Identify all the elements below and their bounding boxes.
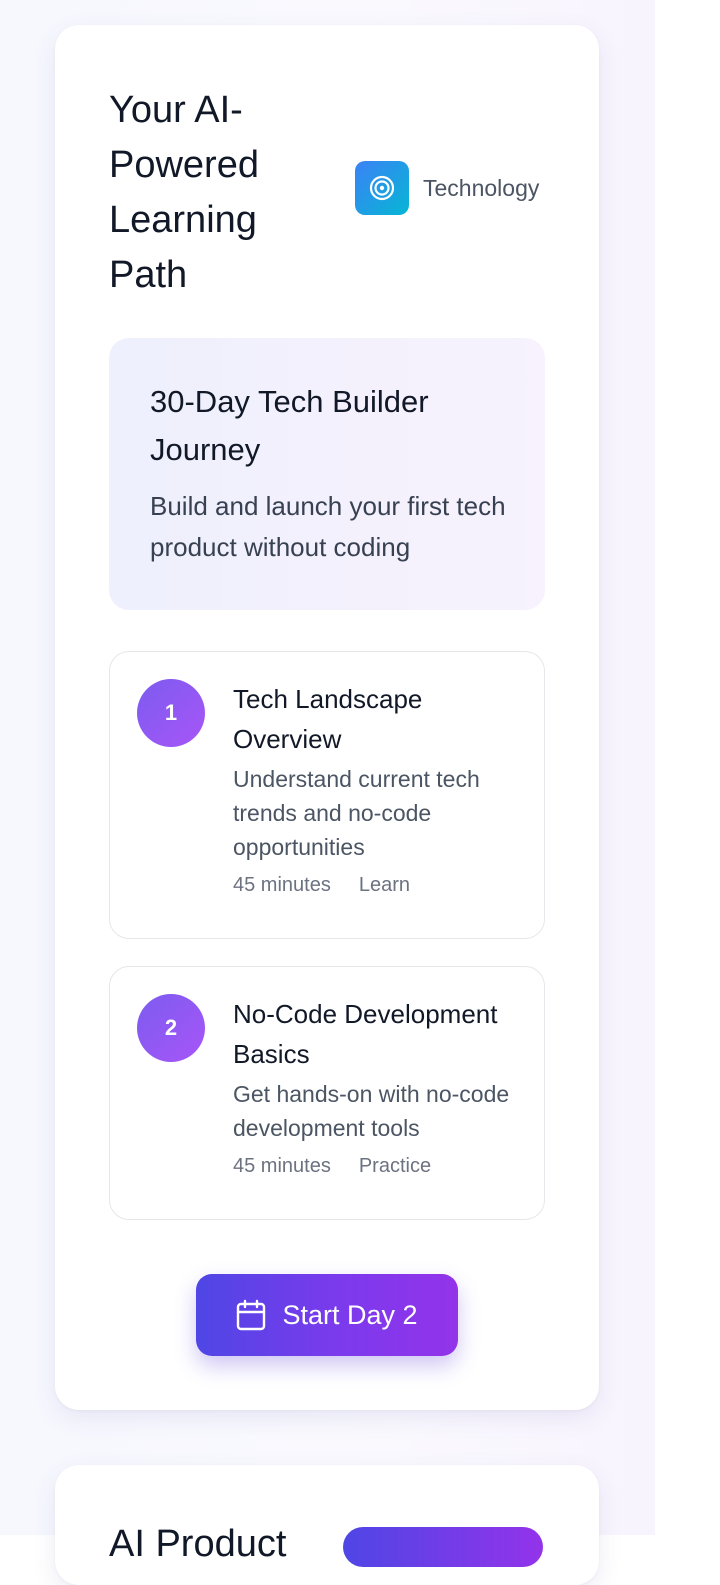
next-card-title: AI Product [109,1523,287,1565]
step-duration: 45 minutes [233,874,331,896]
journey-title: 30-Day Tech Builder Journey [150,384,429,467]
step-type: Practice [358,1155,432,1177]
journey-description: Build and launch your first tech product… [150,491,506,562]
step-number-badge: 2 [137,994,205,1062]
start-day-button[interactable]: Start Day 2 [196,1274,458,1356]
step-body: Tech Landscape Overview Understand curre… [233,679,525,897]
category-tag: Technology [355,161,539,215]
target-icon [355,161,409,215]
step-type: Learn [358,874,410,896]
step-meta: 45 minutes Practice [233,1155,525,1178]
step-body: No-Code Development Basics Get hands-on … [233,994,525,1178]
step-title: Tech Landscape Overview [233,684,423,754]
category-label: Technology [423,174,540,201]
calendar-icon [236,1299,266,1331]
start-day-label: Start Day 2 [282,1299,418,1330]
journey-summary: 30-Day Tech Builder Journey Build and la… [109,338,545,610]
step-duration: 45 minutes [233,1155,331,1177]
step-number-badge: 1 [137,679,205,747]
step-title: No-Code Development Basics [233,999,498,1069]
learning-path-card: Your AI-Powered Learning Path Technology… [55,25,599,1410]
step-description: Understand current tech trends and no-co… [233,766,480,860]
next-card: AI Product [55,1465,599,1585]
next-card-action-button[interactable] [343,1527,543,1567]
step-card[interactable]: 2 No-Code Development Basics Get hands-o… [109,966,545,1220]
step-meta: 45 minutes Learn [233,874,525,897]
step-card[interactable]: 1 Tech Landscape Overview Understand cur… [109,651,545,939]
page-title: Your AI-Powered Learning Path [109,89,259,296]
step-description: Get hands-on with no-code development to… [233,1081,510,1141]
